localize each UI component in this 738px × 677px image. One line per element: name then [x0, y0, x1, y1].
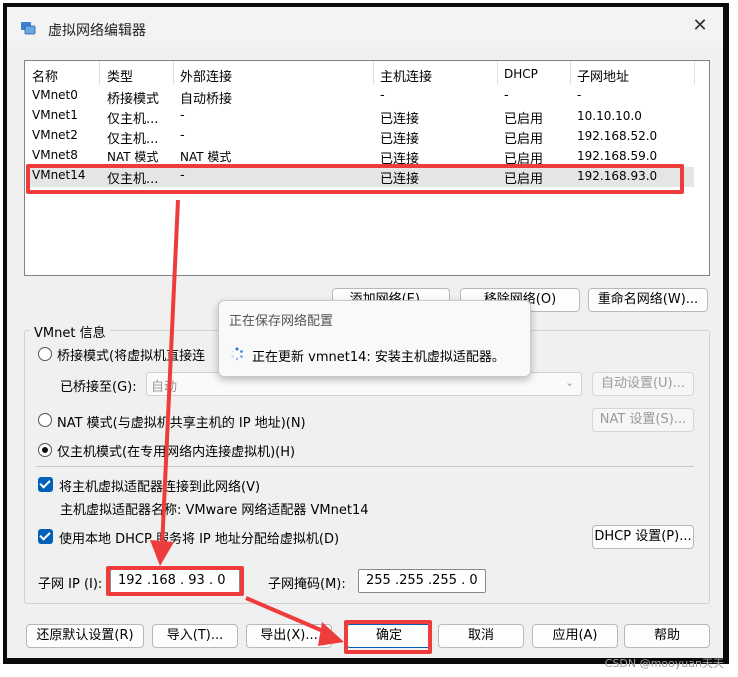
annotation-arrows: [150, 199, 344, 646]
watermark-text: CSDN @mooyuan天天: [604, 657, 724, 670]
